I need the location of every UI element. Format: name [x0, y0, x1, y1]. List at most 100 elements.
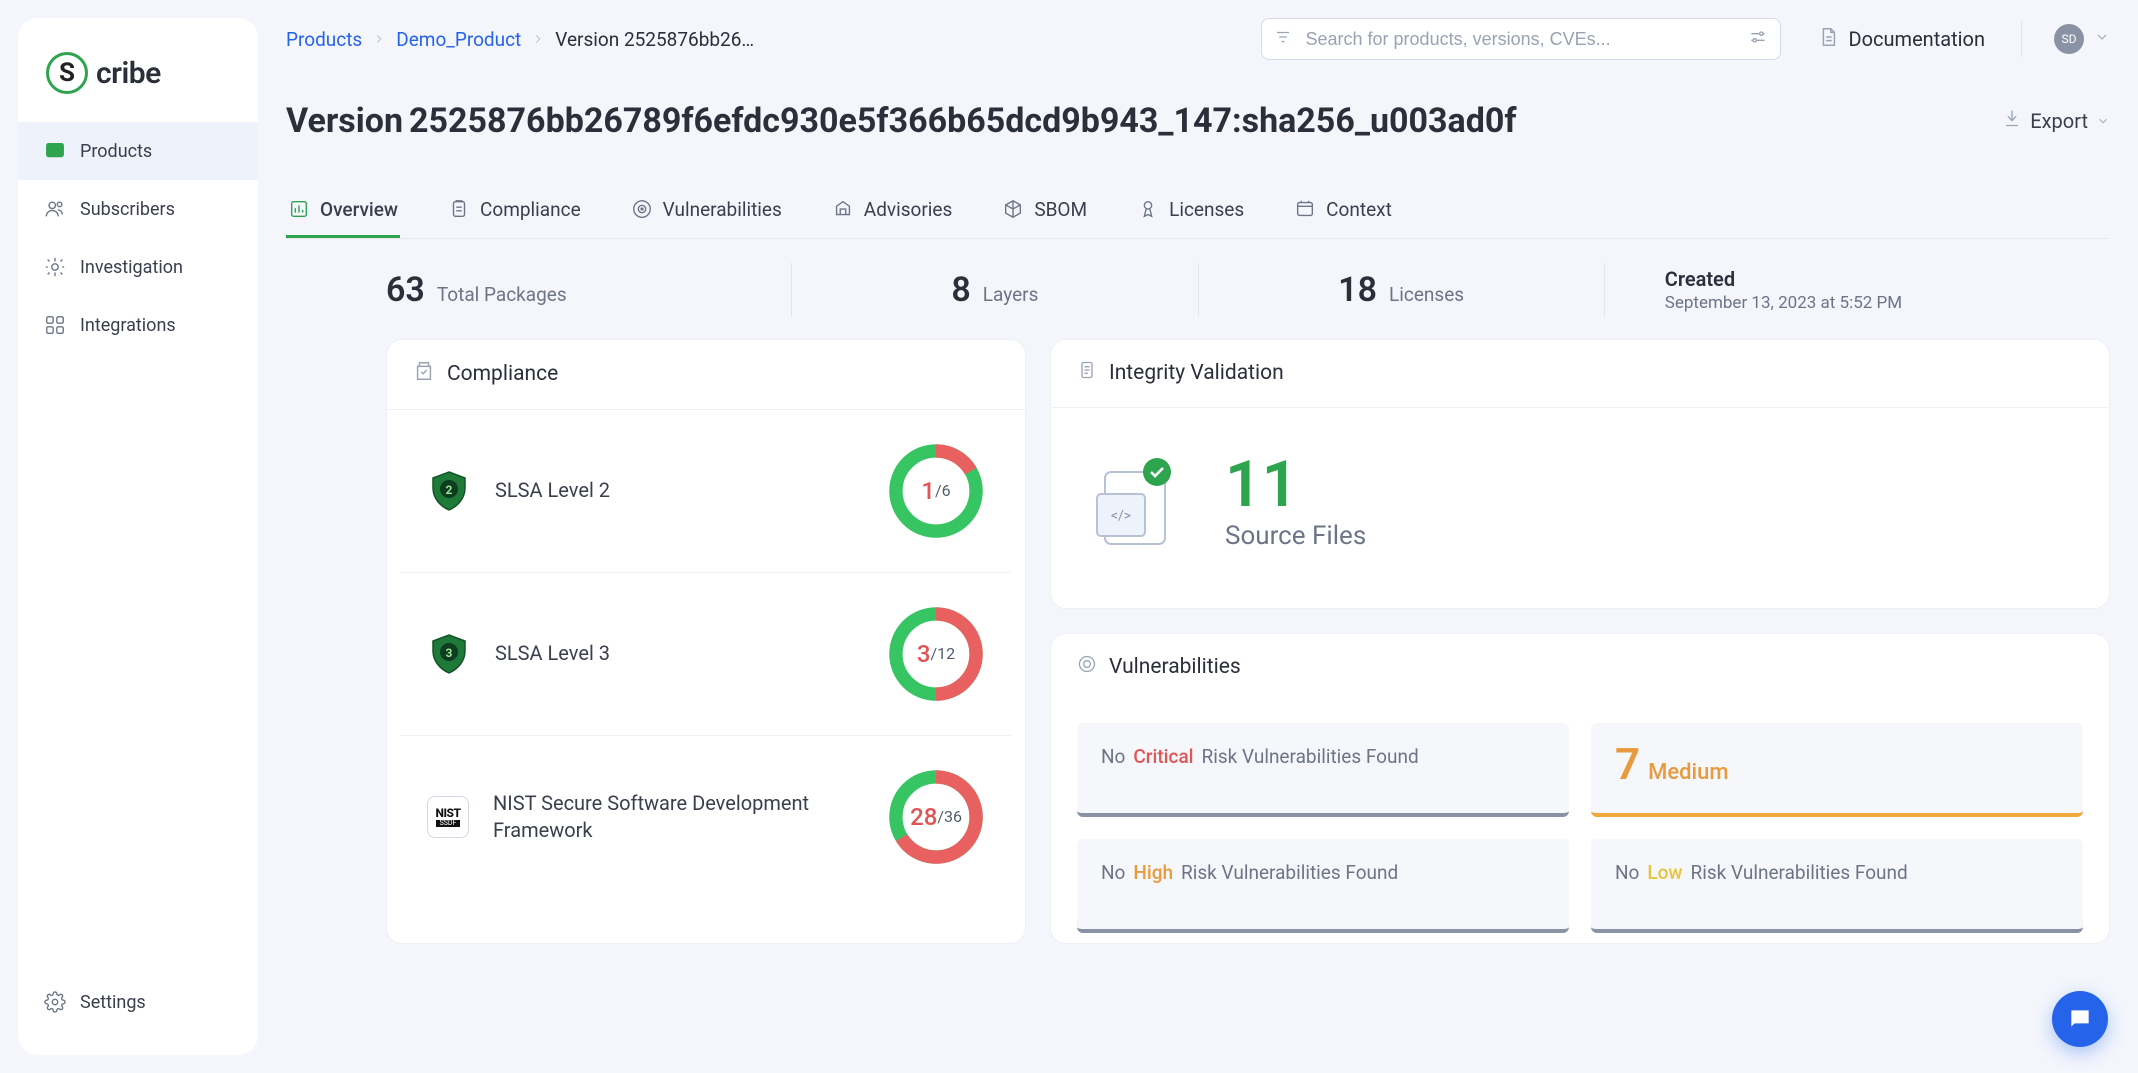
vuln-high[interactable]: No High Risk Vulnerabilities Found: [1077, 839, 1569, 933]
stat-created: Created September 13, 2023 at 5:52 PM: [1665, 267, 1902, 313]
compliance-card: Compliance 2 SLSA Level 2 1/6 3: [386, 339, 1026, 944]
stat-licenses: 18 Licenses: [1338, 270, 1464, 310]
subscribers-icon: [44, 198, 66, 220]
search-input[interactable]: [1304, 28, 1736, 51]
compliance-icon: [413, 360, 435, 388]
sidebar-item-integrations[interactable]: Integrations: [18, 296, 258, 354]
sidebar-item-label: Subscribers: [80, 199, 175, 220]
breadcrumb-root[interactable]: Products: [286, 28, 362, 51]
tab-advisories[interactable]: Advisories: [830, 186, 955, 238]
compliance-row-nist[interactable]: NISTSSDF NIST Secure Software Developmen…: [401, 736, 1011, 898]
sidebar-item-label: Settings: [80, 992, 146, 1013]
vuln-critical[interactable]: No Critical Risk Vulnerabilities Found: [1077, 723, 1569, 817]
compliance-donut: 3/12: [887, 605, 985, 703]
sidebar-item-label: Products: [80, 141, 152, 162]
topbar: Products Demo_Product Version 2525876bb2…: [286, 18, 2110, 60]
document-icon: [1817, 26, 1839, 53]
sidebar-item-subscribers[interactable]: Subscribers: [18, 180, 258, 238]
logo-mark: S: [46, 52, 88, 94]
integrity-card: Integrity Validation </> 11 Source Files: [1050, 339, 2110, 609]
stat-label: Total Packages: [437, 283, 567, 306]
cards-row: Compliance 2 SLSA Level 2 1/6 3: [286, 339, 2110, 944]
tab-label: Vulnerabilities: [663, 198, 782, 221]
integrity-icon: [1077, 360, 1097, 386]
documentation-label: Documentation: [1849, 27, 1986, 51]
title-prefix: Version: [286, 101, 403, 141]
tab-label: Licenses: [1169, 198, 1244, 221]
download-icon: [2002, 108, 2022, 133]
documentation-link[interactable]: Documentation: [1799, 26, 2004, 53]
sliders-icon[interactable]: [1748, 27, 1768, 51]
logo: S cribe: [18, 42, 258, 122]
integrations-icon: [44, 314, 66, 336]
integrity-count: 11: [1225, 453, 1366, 517]
vuln-medium[interactable]: 7 Medium: [1591, 723, 2083, 817]
sidebar-item-settings[interactable]: Settings: [18, 973, 258, 1031]
stat-value: 18: [1338, 270, 1377, 310]
avatar: SD: [2054, 24, 2084, 54]
breadcrumb-product[interactable]: Demo_Product: [396, 28, 521, 51]
tab-sbom[interactable]: SBOM: [1000, 186, 1089, 238]
tab-licenses[interactable]: Licenses: [1135, 186, 1246, 238]
user-menu[interactable]: SD: [2040, 24, 2110, 54]
stat-value: 8: [951, 270, 970, 310]
tab-label: Overview: [320, 198, 398, 221]
main: Products Demo_Product Version 2525876bb2…: [258, 0, 2138, 1073]
breadcrumb: Products Demo_Product Version 2525876bb2…: [286, 28, 754, 51]
tab-label: Context: [1326, 198, 1392, 221]
products-icon: [44, 140, 66, 162]
nist-badge-icon: NISTSSDF: [427, 796, 469, 838]
export-label: Export: [2030, 109, 2088, 133]
tab-compliance[interactable]: Compliance: [446, 186, 583, 238]
compliance-label: SLSA Level 2: [495, 477, 863, 504]
chevron-down-icon: [2096, 109, 2110, 133]
breadcrumb-current: Version 2525876bb26…: [555, 28, 754, 51]
created-heading: Created: [1665, 267, 1902, 291]
card-title: Vulnerabilities: [1109, 655, 1241, 679]
sidebar: S cribe Products Subscribers Investigati…: [18, 18, 258, 1055]
compliance-row-slsa3[interactable]: 3 SLSA Level 3 3/12: [401, 573, 1011, 736]
shield-level2-icon: 2: [427, 469, 471, 513]
card-header: Compliance: [387, 340, 1025, 409]
integrity-sub: Source Files: [1225, 521, 1366, 551]
chat-fab[interactable]: [2052, 991, 2108, 1047]
tab-vulnerabilities[interactable]: Vulnerabilities: [629, 186, 784, 238]
stat-value: 63: [386, 270, 425, 310]
sidebar-item-label: Integrations: [80, 315, 176, 336]
tab-label: SBOM: [1034, 198, 1087, 221]
settings-icon: [44, 991, 66, 1013]
sidebar-item-products[interactable]: Products: [18, 122, 258, 180]
shield-level3-icon: 3: [427, 632, 471, 676]
svg-text:</>: </>: [1111, 508, 1131, 524]
compliance-donut: 28/36: [887, 768, 985, 866]
vuln-low[interactable]: No Low Risk Vulnerabilities Found: [1591, 839, 2083, 933]
logo-text: cribe: [96, 56, 161, 91]
tab-label: Compliance: [480, 198, 581, 221]
card-title: Compliance: [447, 362, 558, 386]
created-date: September 13, 2023 at 5:52 PM: [1665, 293, 1902, 313]
card-header: Integrity Validation: [1051, 340, 2109, 407]
divider: [2021, 21, 2022, 57]
tab-overview[interactable]: Overview: [286, 186, 400, 238]
title-id: 2525876bb26789f6efdc930e5f366b65dcd9b943…: [409, 101, 1517, 141]
sidebar-item-label: Investigation: [80, 257, 183, 278]
stat-label: Layers: [983, 283, 1039, 306]
search-box[interactable]: [1261, 18, 1781, 60]
compliance-label: NIST Secure Software Development Framewo…: [493, 790, 863, 844]
chevron-right-icon: [531, 28, 545, 51]
chevron-right-icon: [372, 28, 386, 51]
card-title: Integrity Validation: [1109, 361, 1284, 385]
page-title: Version2525876bb26789f6efdc930e5f366b65d…: [286, 101, 1517, 141]
svg-text:2: 2: [446, 483, 453, 497]
target-icon: [1077, 654, 1097, 680]
stat-layers: 8 Layers: [951, 270, 1038, 310]
export-button[interactable]: Export: [2002, 108, 2110, 133]
sidebar-item-investigation[interactable]: Investigation: [18, 238, 258, 296]
tab-context[interactable]: Context: [1292, 186, 1394, 238]
vulnerabilities-card: Vulnerabilities No Critical Risk Vulnera…: [1050, 633, 2110, 944]
compliance-label: SLSA Level 3: [495, 640, 863, 667]
version-tabs: Overview Compliance Vulnerabilities Advi…: [286, 186, 2110, 239]
investigation-icon: [44, 256, 66, 278]
compliance-row-slsa2[interactable]: 2 SLSA Level 2 1/6: [401, 410, 1011, 573]
svg-text:3: 3: [446, 646, 453, 660]
